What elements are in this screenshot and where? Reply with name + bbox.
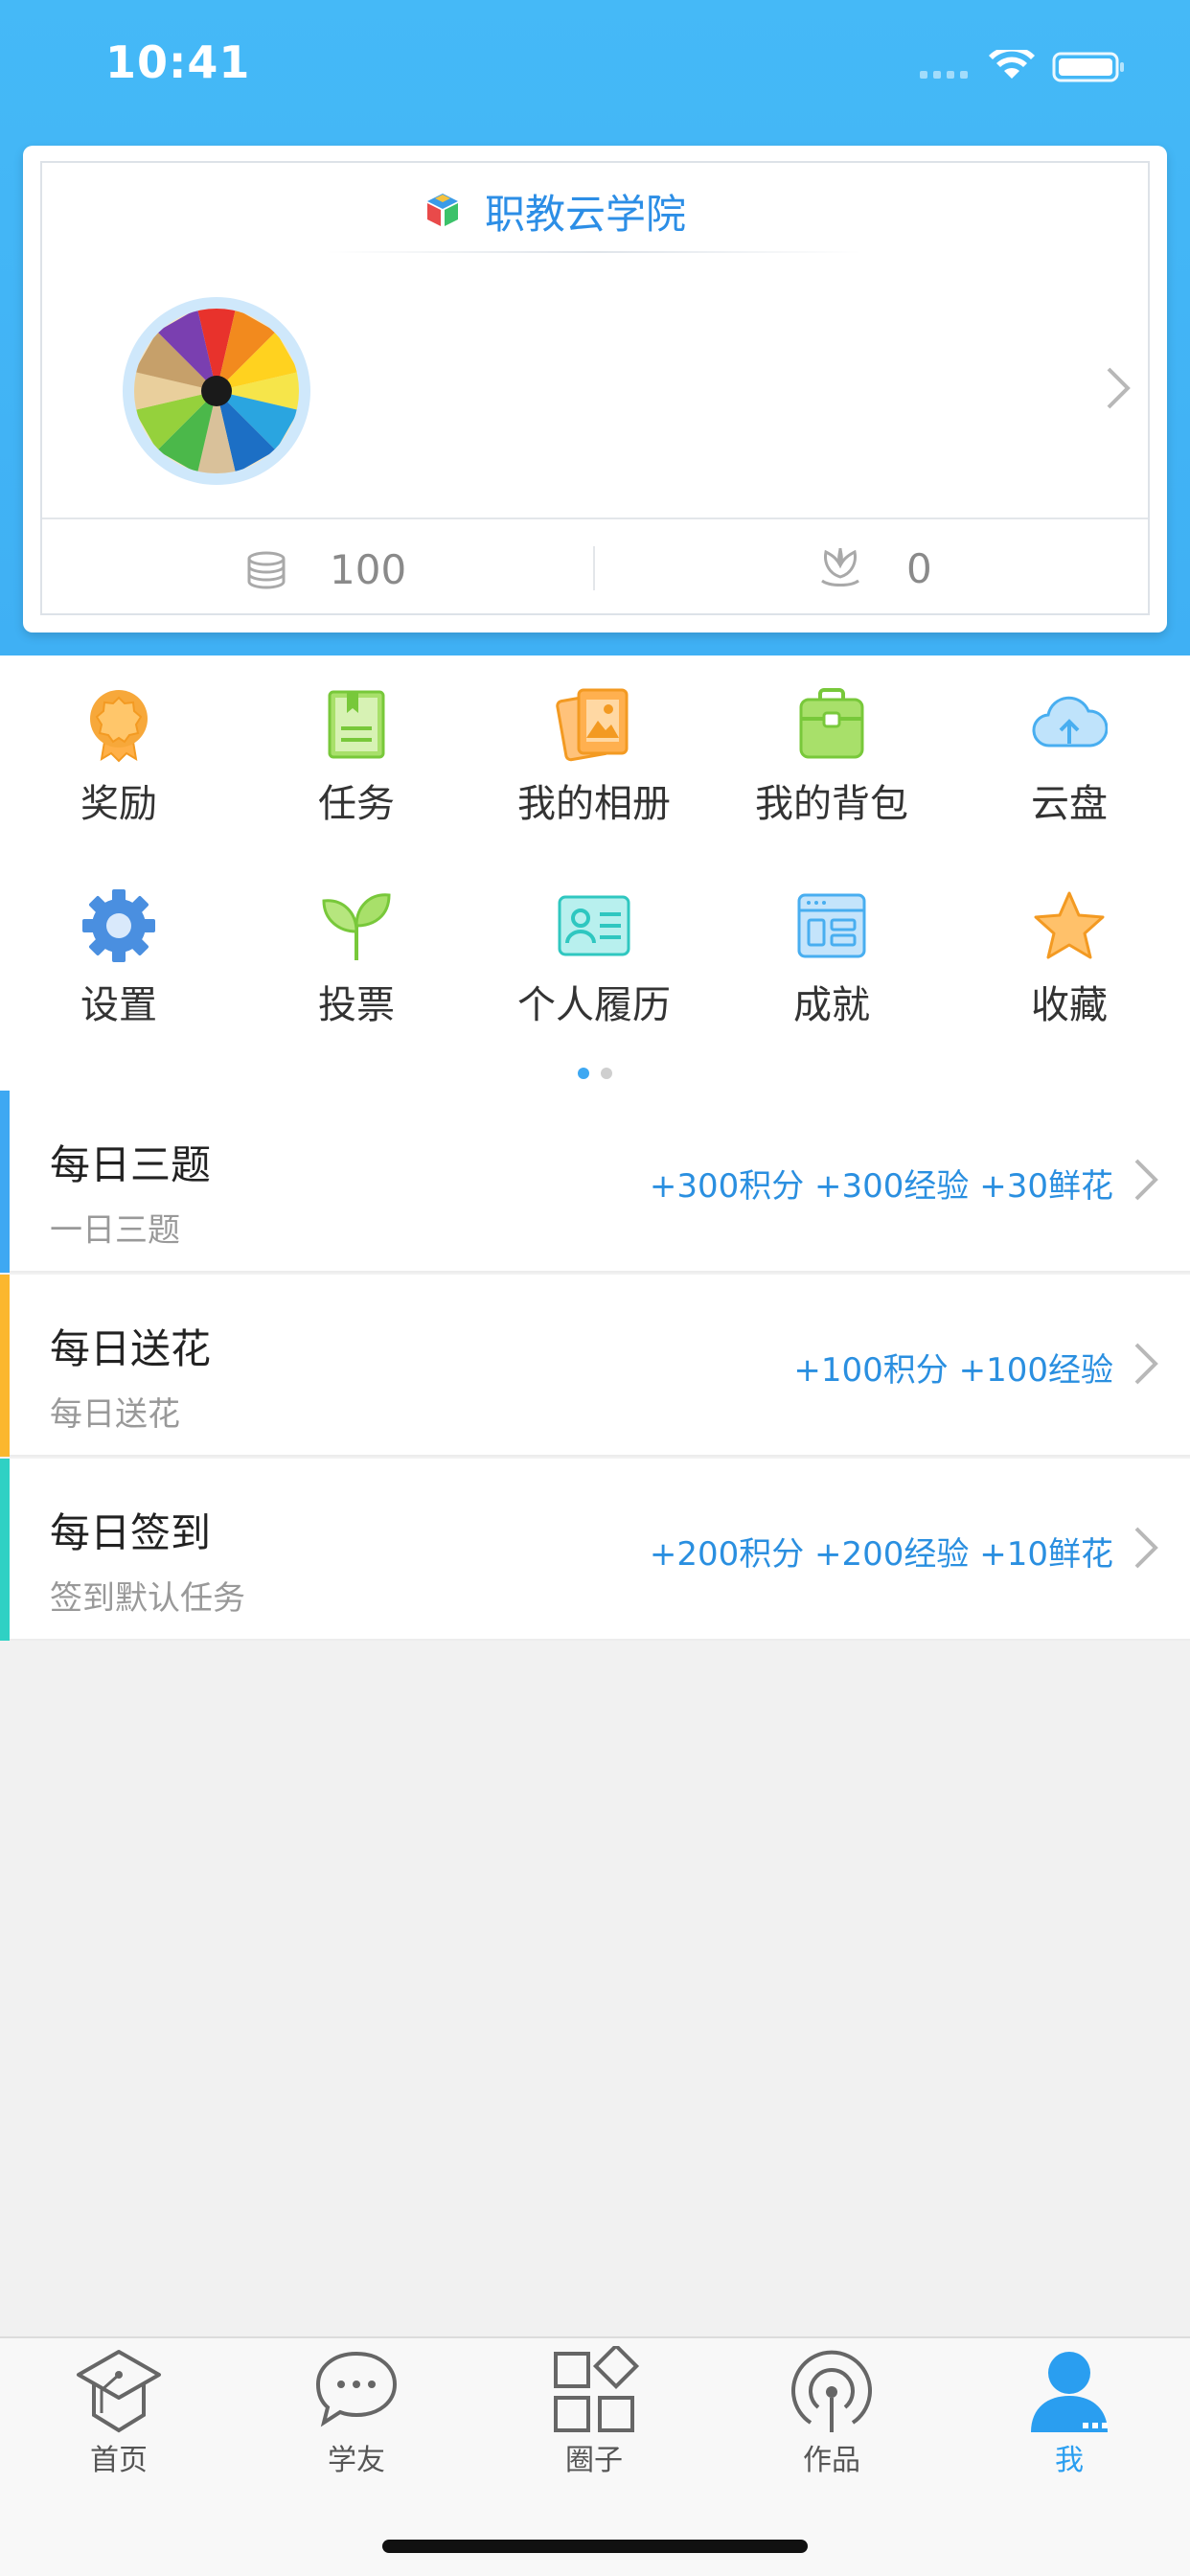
task-subtitle: 一日三题 bbox=[50, 1211, 180, 1250]
task-subtitle: 每日送花 bbox=[50, 1395, 180, 1434]
menu-label: 任务 bbox=[318, 782, 395, 826]
task-subtitle: 签到默认任务 bbox=[50, 1579, 245, 1618]
menu-item-vote[interactable]: 投票 bbox=[238, 887, 475, 1029]
tab-label: 作品 bbox=[803, 2444, 860, 2477]
task-accent-bar bbox=[0, 1459, 10, 1641]
menu-label: 奖励 bbox=[80, 782, 157, 826]
menu-label: 设置 bbox=[80, 983, 157, 1027]
star-icon bbox=[1034, 891, 1105, 959]
flowers-stat: 0 bbox=[816, 544, 932, 592]
task-accent-bar bbox=[0, 1275, 10, 1457]
task-accent-bar bbox=[0, 1091, 10, 1273]
page-dot bbox=[601, 1068, 612, 1079]
coins-icon bbox=[247, 551, 286, 588]
tab-label: 首页 bbox=[90, 2444, 148, 2477]
stat-divider bbox=[593, 546, 595, 590]
menu-label: 我的背包 bbox=[755, 782, 908, 826]
menu-label: 个人履历 bbox=[517, 983, 671, 1027]
tab-label: 圈子 bbox=[565, 2444, 623, 2477]
school-logo-icon bbox=[427, 194, 458, 226]
status-time: 10:41 bbox=[105, 36, 251, 88]
menu-item-task[interactable]: 任务 bbox=[238, 686, 475, 828]
menu-label: 投票 bbox=[318, 983, 395, 1027]
task-row-daily-checkin[interactable]: 每日签到 签到默认任务 +200积分 +200经验 +10鲜花 bbox=[0, 1459, 1190, 1641]
flowers-value: 0 bbox=[906, 544, 932, 592]
task-reward: +200积分 +200经验 +10鲜花 bbox=[649, 1535, 1113, 1574]
school-title: 职教云学院 bbox=[422, 187, 686, 238]
menu-item-settings[interactable]: 设置 bbox=[0, 887, 238, 1029]
task-reward: +300积分 +300经验 +30鲜花 bbox=[649, 1167, 1113, 1206]
gear-icon bbox=[82, 889, 155, 962]
task-title: 每日三题 bbox=[50, 1141, 212, 1188]
cloud-upload-icon bbox=[1032, 696, 1109, 748]
menu-item-resume[interactable]: 个人履历 bbox=[475, 887, 713, 1029]
menu-label: 收藏 bbox=[1031, 983, 1108, 1027]
grid-blocks-icon bbox=[554, 2342, 640, 2432]
task-title: 每日送花 bbox=[50, 1325, 212, 1372]
person-icon bbox=[1031, 2352, 1108, 2432]
title-divider bbox=[326, 251, 862, 253]
task-title: 每日签到 bbox=[50, 1509, 212, 1556]
menu-label: 云盘 bbox=[1031, 782, 1108, 826]
tab-works[interactable]: 作品 bbox=[713, 2346, 950, 2478]
backpack-icon bbox=[799, 688, 864, 759]
card-divider bbox=[42, 518, 1148, 519]
flower-icon bbox=[821, 547, 859, 586]
menu-item-cloud[interactable]: 云盘 bbox=[950, 686, 1188, 828]
broadcast-icon bbox=[791, 2350, 872, 2432]
task-reward: +100积分 +100经验 bbox=[793, 1351, 1113, 1390]
menu-item-backpack[interactable]: 我的背包 bbox=[713, 686, 950, 828]
coins-value: 100 bbox=[330, 546, 407, 593]
tab-label-active: 我 bbox=[1055, 2444, 1084, 2477]
menu-label: 成就 bbox=[793, 983, 870, 1027]
task-book-icon bbox=[328, 690, 385, 759]
chevron-right-icon bbox=[1134, 1159, 1158, 1201]
menu-item-reward[interactable]: 奖励 bbox=[0, 686, 238, 828]
chevron-right-icon bbox=[1134, 1343, 1158, 1385]
avatar-pencils-image bbox=[134, 309, 299, 473]
task-row-daily-flowers[interactable]: 每日送花 每日送花 +100积分 +100经验 bbox=[0, 1275, 1190, 1457]
tab-me[interactable]: 我 bbox=[950, 2346, 1188, 2478]
tab-friends[interactable]: 学友 bbox=[238, 2346, 475, 2478]
menu-label: 我的相册 bbox=[517, 782, 671, 826]
photo-album-icon bbox=[556, 688, 629, 762]
menu-item-achievement[interactable]: 成就 bbox=[713, 887, 950, 1029]
achievement-window-icon bbox=[797, 893, 866, 958]
graduation-cap-icon bbox=[77, 2350, 161, 2433]
chevron-right-icon bbox=[1134, 1527, 1158, 1569]
task-row-daily-questions[interactable]: 每日三题 一日三题 +300积分 +300经验 +30鲜花 bbox=[0, 1091, 1190, 1273]
coins-stat: 100 bbox=[245, 546, 406, 593]
card-chevron-icon[interactable] bbox=[1104, 364, 1133, 412]
menu-item-album[interactable]: 我的相册 bbox=[475, 686, 713, 828]
tab-label: 学友 bbox=[328, 2444, 385, 2477]
school-name: 职教云学院 bbox=[485, 190, 687, 238]
page-indicator bbox=[578, 1068, 612, 1079]
home-indicator bbox=[382, 2540, 808, 2553]
medal-icon bbox=[90, 690, 148, 763]
avatar[interactable] bbox=[134, 309, 299, 473]
page-dot-active bbox=[578, 1068, 589, 1079]
id-card-icon bbox=[558, 895, 630, 956]
tab-circles[interactable]: 圈子 bbox=[475, 2342, 713, 2478]
sprout-icon bbox=[322, 893, 391, 960]
chat-bubble-icon bbox=[315, 2351, 398, 2427]
menu-item-favorites[interactable]: 收藏 bbox=[950, 887, 1188, 1029]
tab-home[interactable]: 首页 bbox=[0, 2346, 238, 2478]
status-icons bbox=[920, 50, 1124, 82]
